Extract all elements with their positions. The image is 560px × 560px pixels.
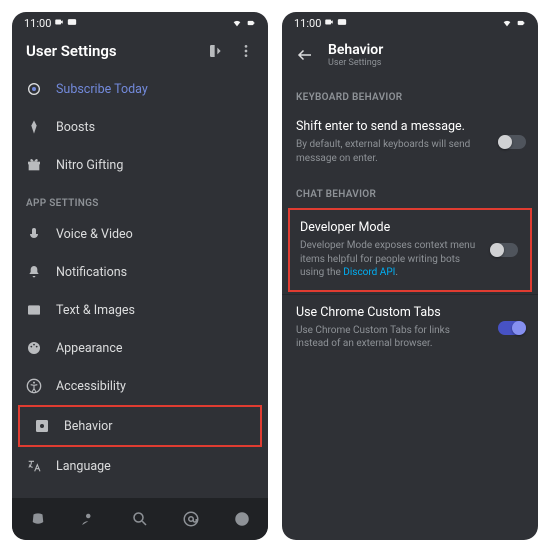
back-icon[interactable]	[296, 46, 314, 64]
phone-left: 11:00 User Settings Subscribe Today Boos…	[12, 12, 268, 540]
avatar-icon[interactable]	[233, 510, 251, 528]
search-icon[interactable]	[131, 510, 149, 528]
sidebar-item-label: Voice & Video	[56, 227, 133, 242]
sidebar-item-label: Text & Images	[56, 303, 135, 318]
camera-icon	[54, 17, 64, 27]
camera-icon	[324, 17, 334, 27]
setting-title: Shift enter to send a message.	[296, 119, 524, 134]
battery-icon	[246, 18, 256, 28]
sidebar-item-appearance[interactable]: Appearance	[12, 329, 268, 367]
sidebar-item-activity-status[interactable]: ? Activity Status	[12, 485, 268, 498]
settings-list: Subscribe Today Boosts Nitro Gifting APP…	[12, 70, 268, 498]
sidebar-item-notifications[interactable]: Notifications	[12, 253, 268, 291]
sidebar-item-label: Nitro Gifting	[56, 158, 123, 173]
bottom-nav	[12, 498, 268, 540]
mentions-icon[interactable]	[182, 510, 200, 528]
sidebar-item-accessibility[interactable]: Accessibility	[12, 367, 268, 405]
friends-icon[interactable]	[80, 510, 98, 528]
section-header-app: APP SETTINGS	[12, 184, 268, 215]
language-icon	[26, 458, 42, 474]
header: Behavior User Settings	[282, 34, 538, 78]
sidebar-item-label: Boosts	[56, 120, 95, 135]
behavior-settings: KEYBOARD BEHAVIOR Shift enter to send a …	[282, 78, 538, 540]
gift-icon	[26, 157, 42, 173]
page-title: User Settings	[26, 42, 208, 60]
sidebar-item-boosts[interactable]: Boosts	[12, 108, 268, 146]
wifi-icon	[502, 18, 512, 28]
statusbar: 11:00	[12, 12, 268, 34]
sidebar-item-nitro-gifting[interactable]: Nitro Gifting	[12, 146, 268, 184]
overflow-icon[interactable]	[238, 43, 254, 59]
setting-chrome-tabs[interactable]: Use Chrome Custom Tabs Use Chrome Custom…	[282, 294, 538, 361]
setting-title: Developer Mode	[300, 220, 520, 235]
status-time: 11:00	[294, 17, 347, 30]
sidebar-item-label: Appearance	[56, 341, 123, 356]
status-right	[218, 18, 256, 28]
setting-desc: Developer Mode exposes context menu item…	[300, 239, 520, 280]
highlight-developer-mode: Developer Mode Developer Mode exposes co…	[288, 208, 532, 292]
youtube-icon	[67, 17, 77, 27]
sidebar-item-behavior[interactable]: Behavior	[20, 407, 260, 445]
page-title: Behavior	[328, 42, 524, 58]
sidebar-item-label: Accessibility	[56, 379, 126, 394]
header: User Settings	[12, 34, 268, 70]
bell-icon	[26, 264, 42, 280]
status-right	[488, 18, 526, 28]
sidebar-item-label: Language	[56, 459, 111, 474]
phone-right: 11:00 Behavior User Settings KEYBOARD BE…	[282, 12, 538, 540]
boost-icon	[26, 119, 42, 135]
sidebar-item-label: Subscribe Today	[56, 82, 148, 97]
nitro-icon	[26, 81, 42, 97]
setting-desc: Use Chrome Custom Tabs for links instead…	[296, 324, 524, 351]
section-header-chat: CHAT BEHAVIOR	[282, 175, 538, 206]
status-time: 11:00	[24, 17, 77, 30]
discord-api-link[interactable]: Discord API	[343, 267, 395, 278]
toggle-chrome-tabs[interactable]	[498, 321, 526, 335]
sidebar-item-label: Notifications	[56, 265, 127, 280]
statusbar: 11:00	[282, 12, 538, 34]
image-icon	[26, 302, 42, 318]
sidebar-item-text-images[interactable]: Text & Images	[12, 291, 268, 329]
battery-icon	[516, 18, 526, 28]
discord-icon[interactable]	[29, 510, 47, 528]
setting-shift-enter[interactable]: Shift enter to send a message. By defaul…	[282, 109, 538, 175]
sidebar-item-voice-video[interactable]: Voice & Video	[12, 215, 268, 253]
mute-icon	[488, 18, 498, 28]
page-subtitle: User Settings	[328, 58, 524, 68]
logout-icon[interactable]	[208, 43, 224, 59]
sidebar-item-label: Behavior	[64, 419, 112, 434]
youtube-icon	[337, 17, 347, 27]
setting-desc: By default, external keyboards will send…	[296, 138, 524, 165]
sidebar-item-language[interactable]: Language	[12, 447, 268, 485]
setting-developer-mode[interactable]: Developer Mode Developer Mode exposes co…	[290, 210, 530, 290]
wifi-icon	[232, 18, 242, 28]
mic-icon	[26, 226, 42, 242]
sidebar-item-subscribe[interactable]: Subscribe Today	[12, 70, 268, 108]
toggle-shift-enter[interactable]	[498, 135, 526, 149]
highlight-behavior: Behavior	[18, 405, 262, 447]
toggle-developer-mode[interactable]	[490, 243, 518, 257]
mute-icon	[218, 18, 228, 28]
palette-icon	[26, 340, 42, 356]
setting-title: Use Chrome Custom Tabs	[296, 305, 524, 320]
accessibility-icon	[26, 378, 42, 394]
section-header-keyboard: KEYBOARD BEHAVIOR	[282, 78, 538, 109]
gear-icon	[34, 418, 50, 434]
